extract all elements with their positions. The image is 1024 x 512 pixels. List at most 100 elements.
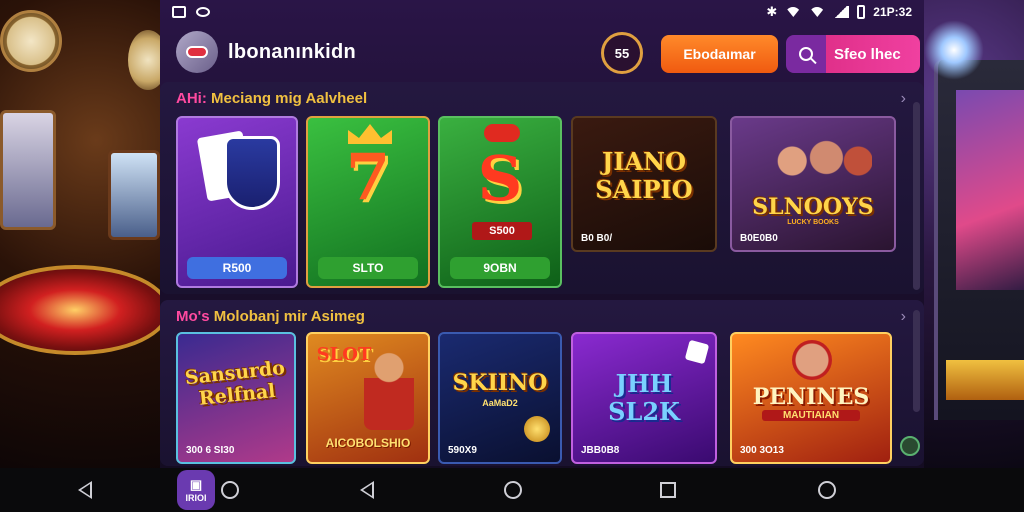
coin-icon <box>524 416 550 442</box>
home-icon <box>221 481 239 499</box>
game-title-art: SLNOOYS <box>752 194 874 220</box>
section-title-accent: AHi: <box>176 90 207 107</box>
game-title-art: JIANO SAIPIO <box>595 147 693 204</box>
deposit-label: Ebodaımar <box>683 46 756 62</box>
game-card-skiino[interactable]: SKIINO AaMaD2 590X9 <box>438 332 562 464</box>
app-shortcut[interactable]: ▣ IRIOI <box>177 470 215 510</box>
scrollbar[interactable] <box>913 102 920 290</box>
games-section-1: AHi: Meciang mig Aalvheel › R500 7 SLTO <box>160 82 924 294</box>
character-art <box>792 340 832 380</box>
top-bar: lbonanınkidn 55 Ebodaımar Sfeo lhec <box>160 24 924 80</box>
game-title-art: SKIINO <box>452 370 548 396</box>
system-nav-bar <box>0 468 1024 512</box>
slot-machine-decoration <box>0 110 56 230</box>
roulette-wheel-decoration <box>0 265 170 355</box>
avatar[interactable] <box>176 31 218 73</box>
coin-label: 55 <box>614 45 630 61</box>
arcade-machine-decoration <box>934 60 1024 420</box>
signal-icon <box>833 6 850 18</box>
assistant-button[interactable] <box>812 475 842 505</box>
card-footer: R500 <box>178 250 296 286</box>
section-title: AHi: Meciang mig Aalvheel <box>176 90 367 107</box>
scrollbar[interactable] <box>913 310 920 412</box>
screen: ✱ 21P:32 lbonanınkidn 55 Ebodaımar Sfeo … <box>0 0 1024 512</box>
deposit-button[interactable]: Ebodaımar <box>661 35 778 73</box>
game-meta: JBB0B8 <box>581 445 620 456</box>
username: lbonanınkidn <box>228 40 357 63</box>
casino-background-left <box>0 0 170 468</box>
search-icon <box>786 35 826 73</box>
character-art <box>364 350 414 430</box>
slot-machine-decoration-2 <box>108 150 160 240</box>
status-bar: ✱ 21P:32 <box>160 0 924 24</box>
play-pill[interactable]: R500 <box>187 257 287 279</box>
characters-art <box>758 126 872 196</box>
play-pill[interactable]: 9OBN <box>450 257 550 279</box>
fab-button[interactable] <box>900 436 920 456</box>
game-card-seven[interactable]: 7 SLTO <box>306 116 430 288</box>
game-subtitle: AICOBOLSHIO <box>325 436 411 450</box>
label-plate-text: S500 <box>489 225 515 237</box>
section-title: Mo's Molobanj mir Asimeg <box>176 308 365 325</box>
status-time: 21P:32 <box>873 5 912 19</box>
back-icon <box>78 481 92 499</box>
wifi-icon <box>785 7 802 17</box>
game-title-art: Sansurdo Relfnal <box>183 356 286 410</box>
game-meta: 590X9 <box>448 445 477 456</box>
back-button[interactable] <box>70 475 100 505</box>
search-label: Sfeo lhec <box>834 45 901 63</box>
shield-icon <box>224 136 280 210</box>
seven-symbol: 7 <box>345 140 391 215</box>
game-meta: 300 3O13 <box>740 445 784 456</box>
game-title-art: PENINES <box>752 384 870 410</box>
assistant-icon <box>818 481 836 499</box>
game-card-cards[interactable]: R500 <box>176 116 298 288</box>
back-button-2[interactable] <box>352 475 382 505</box>
search-button[interactable]: Sfeo lhec <box>786 35 920 73</box>
app-window: ✱ 21P:32 lbonanınkidn 55 Ebodaımar Sfeo … <box>160 0 924 468</box>
wifi-icon-2 <box>809 7 826 17</box>
game-subtitle: AaMaD2 <box>482 398 518 408</box>
camera-icon <box>196 7 210 17</box>
section-title-text: Molobanj mir Asimeg <box>213 308 365 325</box>
dice-icon <box>684 339 710 365</box>
casino-background-right <box>924 0 1024 468</box>
game-meta: B0E0B0 <box>740 233 778 244</box>
game-meta: B0 B0/ <box>581 233 613 244</box>
notification-icon <box>172 6 186 18</box>
home-button[interactable] <box>215 475 245 505</box>
game-subtitle: LUCKY BOOKS <box>787 219 839 226</box>
game-card-sansurdo[interactable]: Sansurdo Relfnal 300 6 SI30 <box>176 332 296 464</box>
wall-clock <box>0 10 62 72</box>
bow-icon <box>484 124 520 142</box>
home-button-2[interactable] <box>498 475 528 505</box>
game-card-s[interactable]: S S500 9OBN <box>438 116 562 288</box>
game-card-slnooys[interactable]: SLNOOYS LUCKY BOOKS B0E0B0 <box>730 116 896 252</box>
avatar-icon <box>186 46 208 58</box>
coin-balance-button[interactable]: 55 <box>601 32 643 74</box>
game-card-jiano[interactable]: JIANO SAIPIO B0 B0/ <box>571 116 717 252</box>
section-title-text: Meciang mig Aalvheel <box>211 90 368 107</box>
recents-button[interactable] <box>653 475 683 505</box>
app-shortcut-icon: ▣ <box>189 477 203 492</box>
home-icon <box>504 481 522 499</box>
card-footer: 9OBN <box>440 250 560 286</box>
recents-icon <box>660 482 676 498</box>
arcade-panel <box>946 360 1024 400</box>
card-footer: SLTO <box>308 250 428 286</box>
bluetooth-icon: ✱ <box>766 4 778 19</box>
s-symbol: S <box>477 142 523 215</box>
chevron-right-icon[interactable]: › <box>901 90 906 108</box>
spotlight <box>924 20 984 80</box>
games-section-2: Mo's Molobanj mir Asimeg › Sansurdo Relf… <box>160 300 924 466</box>
chevron-right-icon[interactable]: › <box>901 308 906 326</box>
game-card-jhh[interactable]: JHH SL2K JBB0B8 <box>571 332 717 464</box>
section-title-accent: Mo's <box>176 308 210 325</box>
game-subtitle: MAUTIAIAN <box>762 410 860 421</box>
arcade-screen <box>956 90 1024 290</box>
app-shortcut-label: IRIOI <box>185 493 207 503</box>
game-card-penines[interactable]: PENINES MAUTIAIAN 300 3O13 <box>730 332 892 464</box>
play-pill[interactable]: SLTO <box>318 257 418 279</box>
back-icon <box>360 481 374 499</box>
game-card-slot[interactable]: SLOT AICOBOLSHIO <box>306 332 430 464</box>
